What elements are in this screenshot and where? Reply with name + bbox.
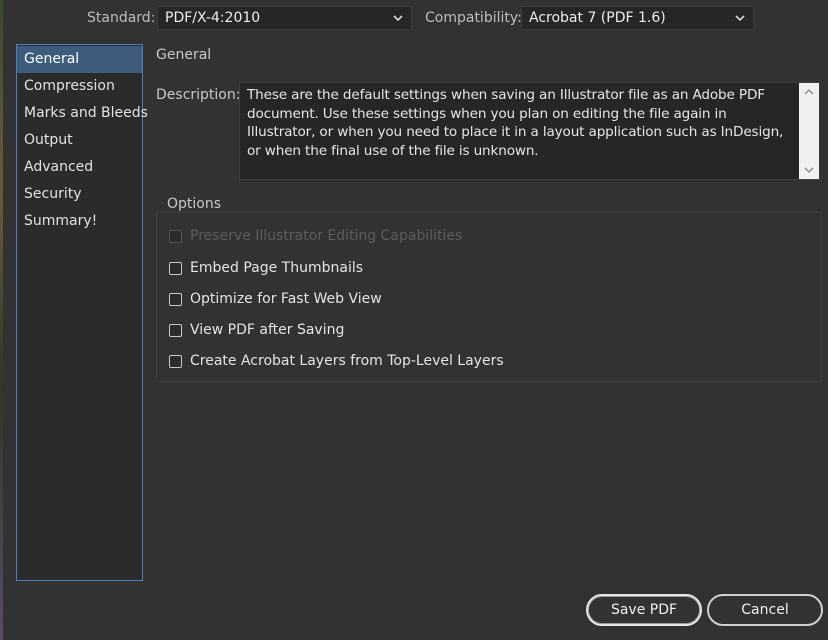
sidebar-item-security[interactable]: Security [17,181,142,208]
compatibility-dropdown[interactable]: Acrobat 7 (PDF 1.6) [521,6,754,30]
sidebar-item-output[interactable]: Output [17,127,142,154]
description-box[interactable]: These are the default settings when savi… [239,82,820,180]
chevron-down-icon [393,15,403,22]
view-pdf-after-saving-checkbox-row[interactable]: View PDF after Saving [169,321,344,339]
standard-value: PDF/X-4:2010 [165,10,261,26]
sidebar-item-general[interactable]: General [17,46,142,73]
fast-web-view-checkbox[interactable] [169,292,182,306]
standard-dropdown[interactable]: PDF/X-4:2010 [157,6,412,30]
embed-thumbnails-label[interactable]: Embed Page Thumbnails [190,260,363,276]
fast-web-view-checkbox-row[interactable]: Optimize for Fast Web View [169,290,382,308]
preserve-editing-label: Preserve Illustrator Editing Capabilitie… [190,228,463,244]
cancel-button[interactable]: Cancel [707,594,823,626]
preserve-editing-checkbox [169,229,182,243]
embed-thumbnails-checkbox[interactable] [169,261,182,275]
acrobat-layers-label[interactable]: Create Acrobat Layers from Top-Level Lay… [190,353,504,369]
options-legend: Options [163,196,226,212]
sidebar-item-advanced[interactable]: Advanced [17,154,142,181]
scroll-down-arrow-icon[interactable] [804,167,814,174]
acrobat-layers-checkbox[interactable] [169,354,182,368]
section-title: General [156,47,212,63]
sidebar-item-compression[interactable]: Compression [17,73,142,100]
save-pdf-button[interactable]: Save PDF [586,594,702,626]
sidebar-item-summary[interactable]: Summary! [17,208,142,235]
sidebar-item-marks-and-bleeds[interactable]: Marks and Bleeds [17,100,148,127]
description-label: Description: [156,87,241,103]
preserve-editing-checkbox-row: Preserve Illustrator Editing Capabilitie… [169,227,462,245]
compatibility-value: Acrobat 7 (PDF 1.6) [529,10,666,26]
compatibility-label: Compatibility: [425,10,522,26]
view-pdf-after-saving-checkbox[interactable] [169,323,182,337]
description-scrollbar[interactable] [799,83,819,179]
fast-web-view-label[interactable]: Optimize for Fast Web View [190,291,382,307]
scroll-up-arrow-icon[interactable] [804,88,814,95]
description-text: These are the default settings when savi… [247,87,784,159]
acrobat-layers-checkbox-row[interactable]: Create Acrobat Layers from Top-Level Lay… [169,352,504,370]
category-sidebar: General Compression Marks and Bleeds Out… [16,44,148,581]
chevron-down-icon [735,15,745,22]
standard-label: Standard: [87,10,156,26]
view-pdf-after-saving-label[interactable]: View PDF after Saving [190,322,344,338]
background-photo-edge [0,0,3,640]
embed-thumbnails-checkbox-row[interactable]: Embed Page Thumbnails [169,259,363,277]
